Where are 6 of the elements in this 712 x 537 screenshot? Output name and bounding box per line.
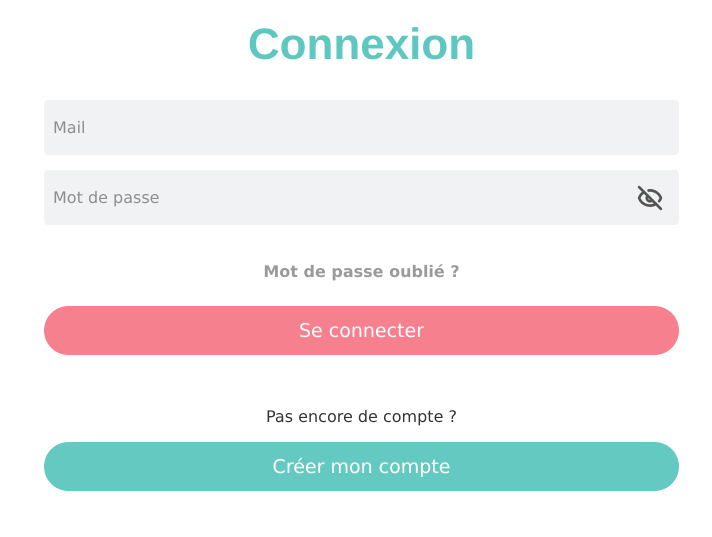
signup-button[interactable]: Créer mon compte bbox=[44, 442, 679, 491]
hide-password-icon[interactable] bbox=[637, 184, 663, 210]
signup-prompt: Pas encore de compte ? bbox=[266, 407, 457, 426]
login-button[interactable]: Se connecter bbox=[44, 306, 679, 355]
forgot-password-link[interactable]: Mot de passe oublié ? bbox=[263, 262, 460, 281]
page-title: Connexion bbox=[246, 19, 476, 71]
